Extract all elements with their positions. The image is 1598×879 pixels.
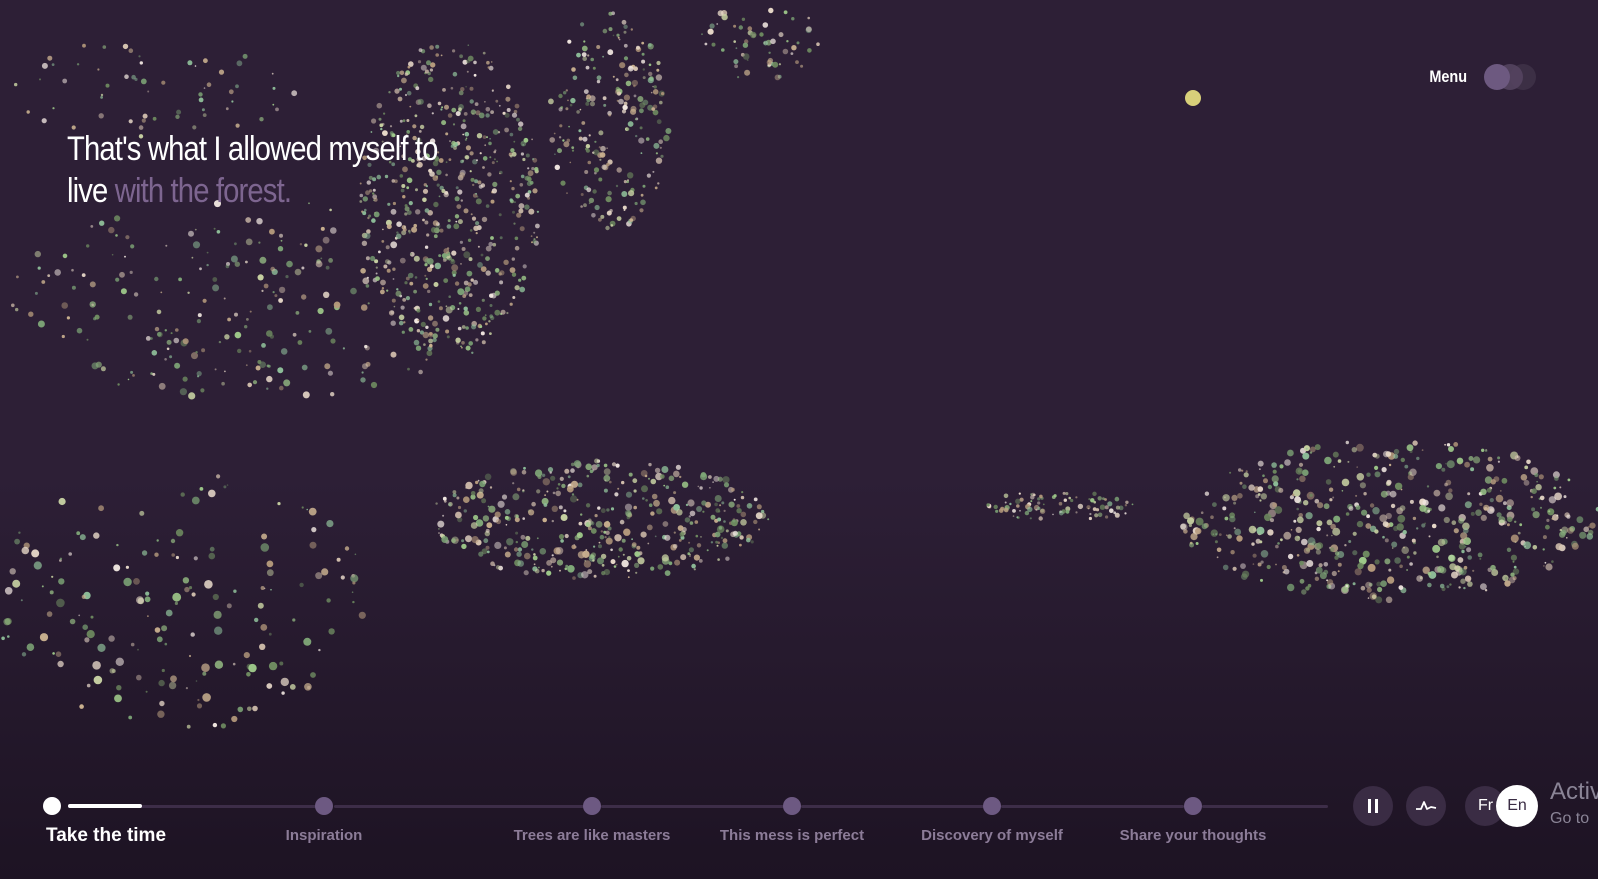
watermark-line2: Go to: [1550, 810, 1590, 827]
chapter-node-trees-are-like-masters[interactable]: [583, 797, 601, 815]
sound-button[interactable]: [1406, 786, 1446, 826]
chapter-label-trees-are-like-masters[interactable]: Trees are like masters: [514, 827, 671, 844]
menu-label: Menu: [1428, 67, 1467, 86]
chapter-node-this-mess-is-perfect[interactable]: [783, 797, 801, 815]
timeline-track: [1001, 805, 1184, 808]
chapter-label-this-mess-is-perfect[interactable]: This mess is perfect: [720, 827, 864, 844]
chapter-node-take-the-time[interactable]: [43, 797, 61, 815]
headline-dim-text: with the forest.: [107, 172, 292, 210]
timeline-progress: [68, 804, 142, 808]
chapter-label-inspiration[interactable]: Inspiration: [286, 827, 363, 844]
timeline-track: [1202, 805, 1328, 808]
chapter-node-inspiration[interactable]: [315, 797, 333, 815]
chapter-label-discovery-of-myself[interactable]: Discovery of myself: [921, 827, 1063, 844]
language-en-button[interactable]: En: [1496, 785, 1538, 827]
chapter-timeline: Take the time Inspiration Trees are like…: [43, 793, 1328, 853]
chapter-label-take-the-time[interactable]: Take the time: [46, 825, 166, 847]
timeline-track: [334, 805, 584, 808]
chapter-node-share-your-thoughts[interactable]: [1184, 797, 1202, 815]
menu-dots-icon: [1484, 64, 1536, 90]
menu-button[interactable]: Menu: [1426, 64, 1536, 90]
activation-watermark: Activ Go to: [1550, 778, 1598, 828]
chapter-label-share-your-thoughts[interactable]: Share your thoughts: [1120, 827, 1267, 844]
watermark-line1: Activ: [1550, 778, 1598, 805]
waveform-icon: [1416, 801, 1437, 810]
pause-icon: [1368, 799, 1378, 813]
pause-button[interactable]: [1353, 786, 1393, 826]
timeline-track: [801, 805, 984, 808]
timeline-track: [601, 805, 784, 808]
chapter-node-discovery-of-myself[interactable]: [983, 797, 1001, 815]
story-headline: That's what I allowed myself to live wit…: [67, 128, 463, 212]
